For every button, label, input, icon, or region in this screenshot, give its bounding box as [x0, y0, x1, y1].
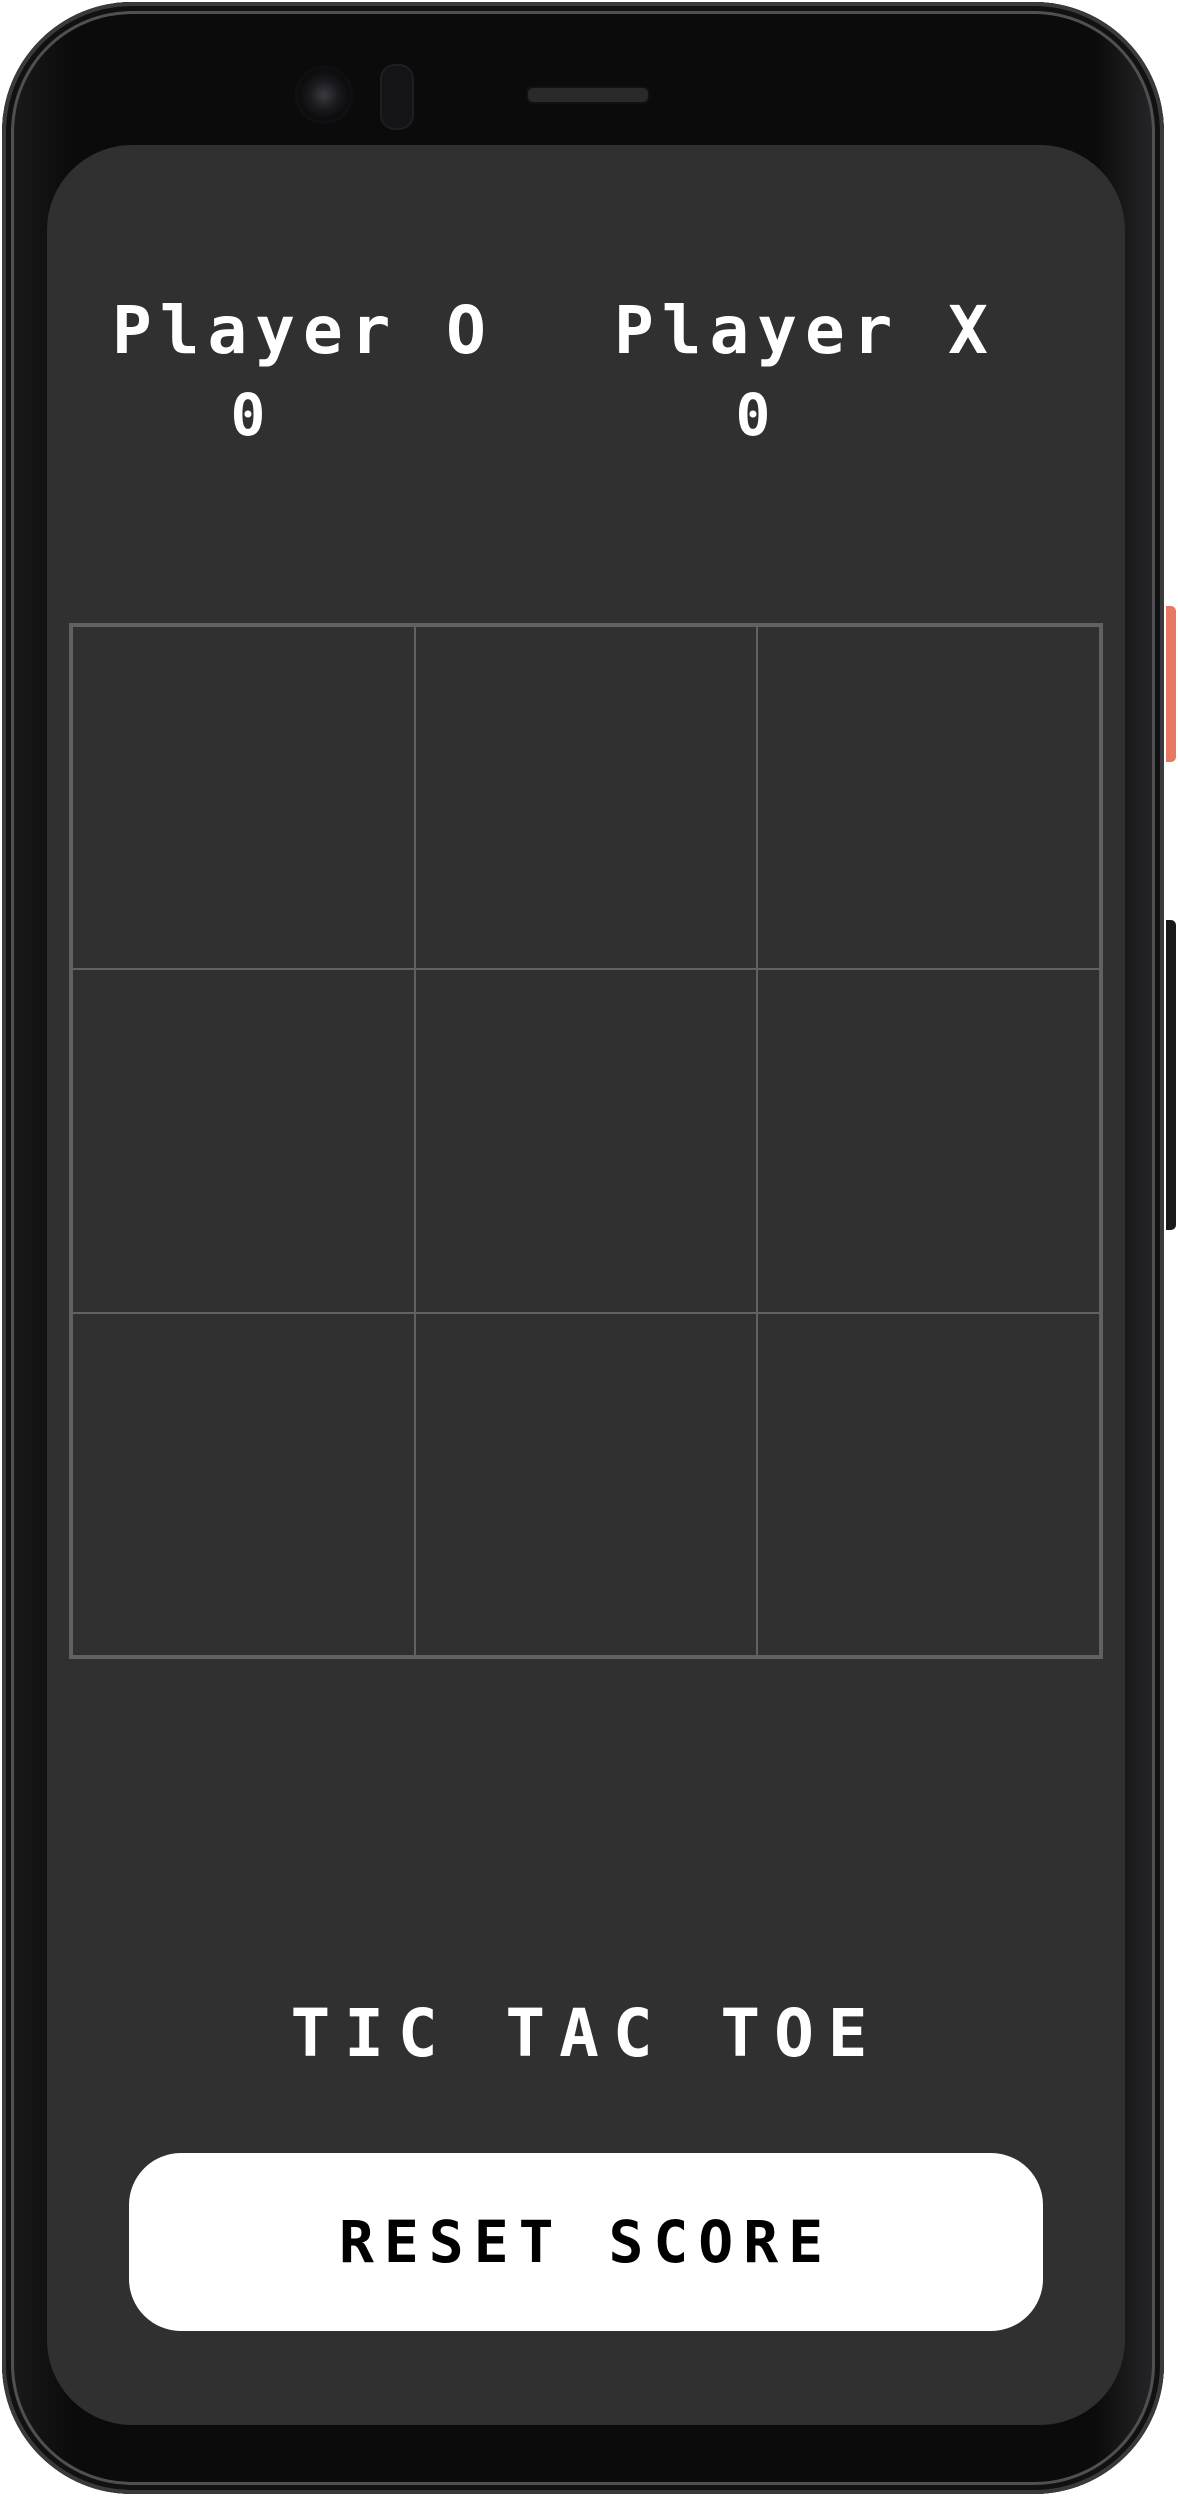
player-x-score: 0 [735, 381, 779, 449]
earpiece-speaker [526, 86, 650, 104]
board-cell-2[interactable] [414, 626, 758, 970]
app-screen: Player O 0 Player X 0 TIC TAC TOE RESET … [47, 145, 1125, 2425]
board-cell-8[interactable] [414, 1312, 758, 1656]
power-button [1166, 606, 1176, 762]
proximity-sensor [380, 64, 414, 130]
board-cell-7[interactable] [72, 1312, 415, 1656]
board-cell-1[interactable] [72, 626, 415, 970]
board-cell-6[interactable] [757, 969, 1100, 1313]
player-x-label: Player X [614, 292, 996, 369]
game-title: TIC TAC TOE [290, 1995, 882, 2072]
board-cell-9[interactable] [757, 1312, 1100, 1656]
reset-score-button[interactable]: RESET SCORE [129, 2153, 1043, 2331]
player-o-label: Player O [112, 292, 494, 369]
board-cell-3[interactable] [757, 626, 1100, 970]
volume-button [1166, 920, 1176, 1230]
board-cell-4[interactable] [72, 969, 415, 1313]
front-camera [295, 66, 353, 124]
player-o-score: 0 [230, 381, 274, 449]
board-cell-5[interactable] [414, 969, 758, 1313]
game-board [69, 623, 1103, 1659]
